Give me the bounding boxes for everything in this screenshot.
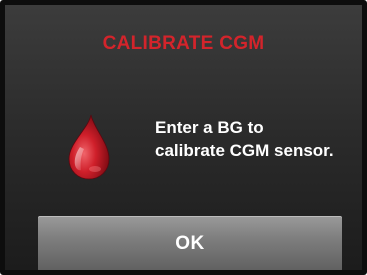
screen-title: CALIBRATE CGM: [102, 33, 265, 54]
ok-button[interactable]: OK: [38, 216, 342, 270]
calibration-message: Enter a BG to calibrate CGM sensor.: [155, 118, 334, 160]
calibrate-cgm-screen: CALIBRATE CGM Enter a BG to calibrate CG…: [0, 0, 367, 275]
blood-drop-icon: [61, 113, 117, 181]
ok-button-label: OK: [175, 233, 205, 254]
